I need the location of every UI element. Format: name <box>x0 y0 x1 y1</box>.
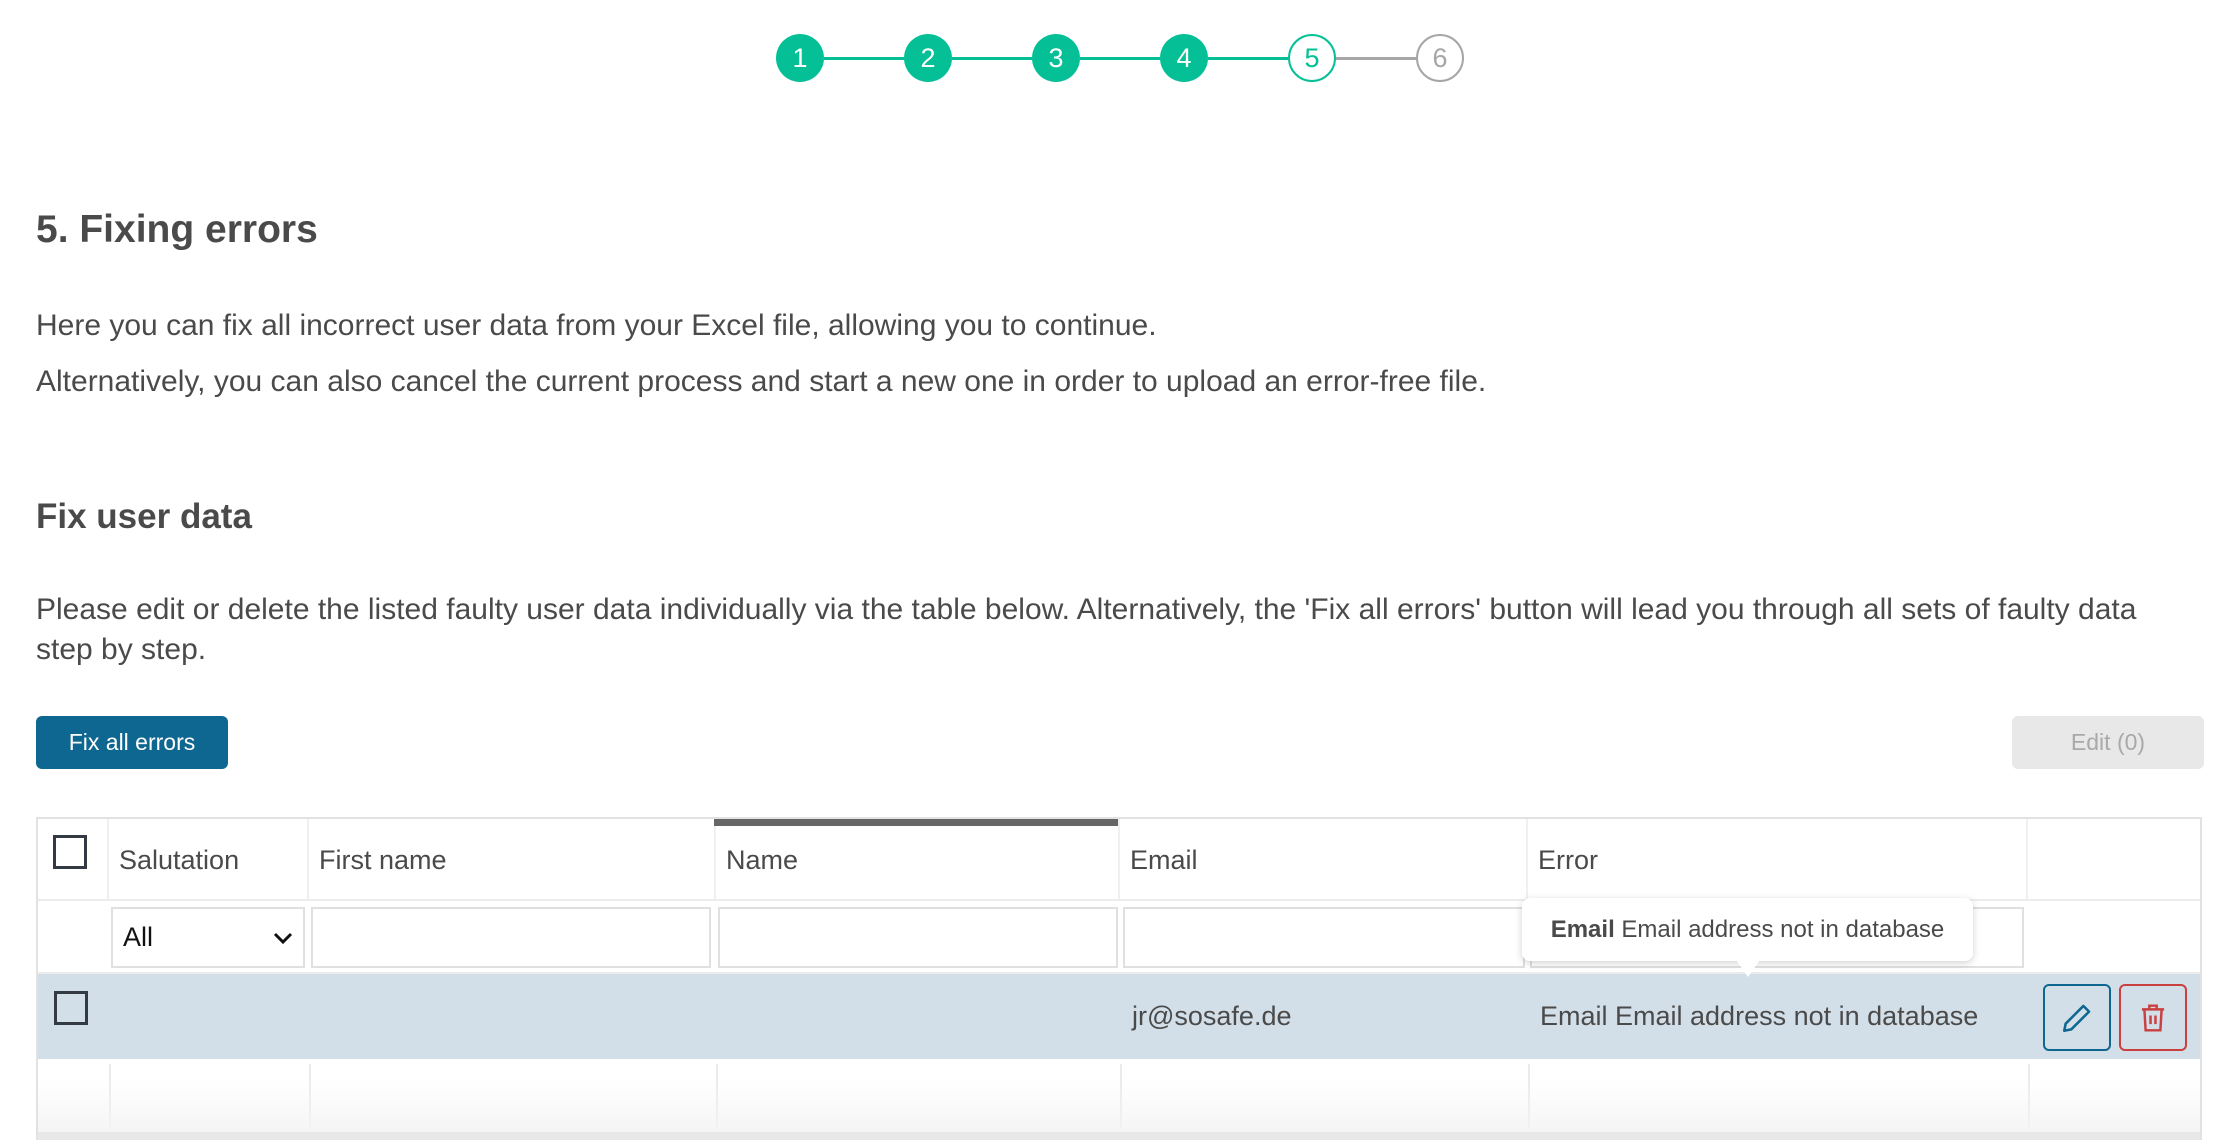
cell-first-name <box>309 974 716 1059</box>
progress-stepper: 1 2 3 4 5 6 <box>776 34 1466 82</box>
section-description: Please edit or delete the listed faulty … <box>36 593 2137 666</box>
step-1[interactable]: 1 <box>776 34 824 82</box>
name-filter-input[interactable] <box>718 907 1118 968</box>
step-connector <box>1080 57 1160 60</box>
user-data-table: Salutation First name Name Email Error A… <box>36 817 2202 1140</box>
step-connector <box>1336 57 1416 60</box>
step-4[interactable]: 4 <box>1160 34 1208 82</box>
tooltip-arrow <box>1736 960 1760 977</box>
step-6: 6 <box>1416 34 1464 82</box>
column-header-actions <box>2028 819 2200 901</box>
table-row[interactable]: jr@sosafe.de Email Email address not in … <box>38 974 2200 1059</box>
cell-email: jr@sosafe.de <box>1132 1001 1292 1031</box>
select-all-checkbox[interactable] <box>53 835 87 869</box>
column-header-salutation[interactable]: Salutation <box>109 819 309 901</box>
sort-indicator <box>714 819 1118 826</box>
cell-error: Email Email address not in database <box>1540 1001 1979 1031</box>
pencil-icon <box>2062 1004 2091 1032</box>
salutation-filter-select[interactable]: All <box>111 907 305 968</box>
header-select-cell <box>38 819 109 901</box>
fix-all-errors-button[interactable]: Fix all errors <box>36 716 228 769</box>
intro-text-2: Alternatively, you can also cancel the c… <box>36 365 1487 398</box>
trash-icon <box>2141 1003 2165 1032</box>
edit-selected-button: Edit (0) <box>2012 716 2204 769</box>
intro-text-1: Here you can fix all incorrect user data… <box>36 309 1157 342</box>
column-header-name[interactable]: Name <box>716 819 1120 901</box>
cell-salutation <box>109 974 309 1059</box>
salutation-filter-value: All <box>123 922 154 952</box>
email-filter-input[interactable] <box>1123 907 1525 968</box>
edit-row-button[interactable] <box>2043 984 2111 1051</box>
chevron-down-icon <box>273 932 293 944</box>
step-3[interactable]: 3 <box>1032 34 1080 82</box>
step-2[interactable]: 2 <box>904 34 952 82</box>
horizontal-scrollbar[interactable] <box>38 1132 2200 1140</box>
scroll-fade <box>38 1080 2200 1140</box>
tooltip-message: Email address not in database <box>1621 915 1945 943</box>
cell-name <box>716 974 1120 1059</box>
step-connector <box>1208 57 1288 60</box>
column-header-error[interactable]: Error <box>1528 819 2028 901</box>
row-select-checkbox[interactable] <box>54 991 88 1025</box>
error-tooltip: Email Email address not in database <box>1522 898 1973 961</box>
delete-row-button[interactable] <box>2119 984 2187 1051</box>
step-5: 5 <box>1288 34 1336 82</box>
step-connector <box>824 57 904 60</box>
page-title: 5. Fixing errors <box>36 208 318 251</box>
column-header-email[interactable]: Email <box>1120 819 1528 901</box>
step-connector <box>952 57 1032 60</box>
section-title: Fix user data <box>36 497 252 536</box>
tooltip-field: Email <box>1550 915 1615 943</box>
column-header-first-name[interactable]: First name <box>309 819 716 901</box>
first-name-filter-input[interactable] <box>311 907 711 968</box>
